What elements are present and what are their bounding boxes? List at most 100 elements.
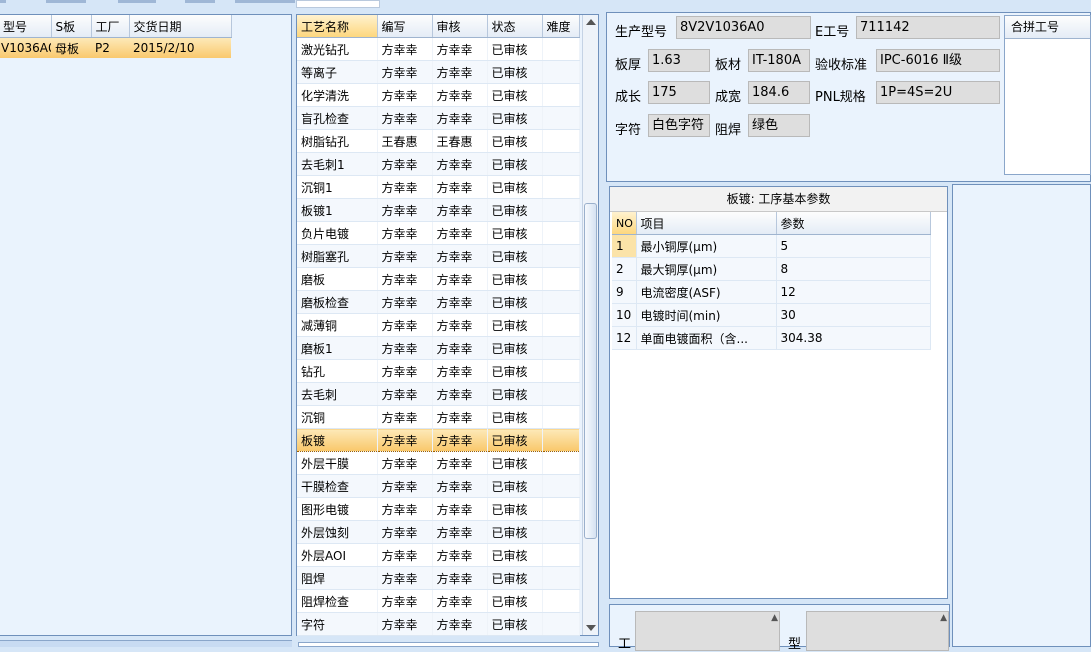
col-header-item[interactable]: 项目 [636, 212, 777, 235]
eno-field[interactable]: 711142 [856, 16, 1000, 39]
col-header-difficulty[interactable]: 难度 [542, 15, 580, 38]
cell-author: 方幸幸 [377, 244, 433, 268]
process-row[interactable]: 去毛刺 方幸幸 方幸幸 已审核 [297, 382, 580, 406]
scroll-up-icon[interactable]: ▲ [771, 613, 778, 623]
col-header-board[interactable]: S板 [51, 15, 92, 38]
cell-status: 已审核 [487, 290, 543, 314]
bottom-panel: 工 ▲ 型 ▲ [609, 604, 950, 652]
solder-mask-field[interactable]: 绿色 [748, 114, 810, 137]
process-row[interactable]: 外层蚀刻 方幸幸 方幸幸 已审核 [297, 520, 580, 544]
thickness-field[interactable]: 1.63 [648, 49, 710, 72]
cell-reviewer: 方幸幸 [432, 336, 488, 360]
process-row[interactable]: 负片电镀 方幸幸 方幸幸 已审核 [297, 221, 580, 245]
col-header-process-name[interactable]: 工艺名称 [297, 15, 378, 38]
process-row[interactable]: 盲孔检查 方幸幸 方幸幸 已审核 [297, 106, 580, 130]
process-row[interactable]: 树脂塞孔 方幸幸 方幸幸 已审核 [297, 244, 580, 268]
process-row[interactable]: 去毛刺1 方幸幸 方幸幸 已审核 [297, 152, 580, 176]
process-row[interactable]: 磨板1 方幸幸 方幸幸 已审核 [297, 336, 580, 360]
standard-field[interactable]: IPC-6016 Ⅱ级 [876, 49, 1000, 72]
length-field[interactable]: 175 [648, 81, 710, 104]
col-header-author[interactable]: 编写 [377, 15, 433, 38]
col-header-model[interactable]: 型号 [0, 15, 52, 38]
pnl-field[interactable]: 1P=4S=2U [876, 81, 1000, 104]
process-row[interactable]: 沉铜 方幸幸 方幸幸 已审核 [297, 405, 580, 429]
cell-author: 方幸幸 [377, 267, 433, 291]
process-row[interactable]: 钻孔 方幸幸 方幸幸 已审核 [297, 359, 580, 383]
cell-status: 已审核 [487, 589, 543, 613]
cell-no: 9 [612, 280, 637, 304]
cell-status: 已审核 [487, 359, 543, 383]
cell-author: 方幸幸 [377, 60, 433, 84]
character-field[interactable]: 白色字符 [648, 114, 710, 137]
col-header-no[interactable]: NO [612, 212, 637, 235]
col-header-reviewer[interactable]: 审核 [432, 15, 488, 38]
cell-process-name: 激光钻孔 [297, 37, 378, 61]
material-label: 板材 [715, 58, 742, 73]
cell-status: 已审核 [487, 198, 543, 222]
cell-status: 已审核 [487, 336, 543, 360]
process-row[interactable]: 字符 方幸幸 方幸幸 已审核 [297, 612, 580, 636]
process-row[interactable]: 激光钻孔 方幸幸 方幸幸 已审核 [297, 37, 580, 61]
toolbar-field[interactable] [296, 0, 380, 8]
col-header-param[interactable]: 参数 [776, 212, 931, 235]
bottom-label-1: 工 [618, 637, 632, 652]
pnl-label: PNL规格 [815, 90, 866, 105]
process-row[interactable]: 磨板 方幸幸 方幸幸 已审核 [297, 267, 580, 291]
order-row[interactable]: V1036A0 母板 P2 2015/2/10 [0, 37, 231, 58]
cell-difficulty [542, 382, 580, 406]
cell-author: 方幸幸 [377, 313, 433, 337]
param-row[interactable]: 2 最大铜厚(μm) 8 [612, 257, 931, 281]
order-list-panel: 型号 S板 工厂 交货日期 V1036A0 母板 P2 2015/2/10 [0, 14, 292, 636]
process-row[interactable]: 外层AOI 方幸幸 方幸幸 已审核 [297, 543, 580, 567]
bottom-textarea-1[interactable]: ▲ [635, 611, 780, 651]
cell-reviewer: 方幸幸 [432, 175, 488, 199]
cell-value: 304.38 [776, 326, 931, 350]
toolbar-mark [45, 0, 86, 3]
param-row[interactable]: 10 电镀时间(min) 30 [612, 303, 931, 327]
cell-author: 方幸幸 [377, 474, 433, 498]
cell-status: 已审核 [487, 543, 543, 567]
thickness-label: 板厚 [615, 58, 642, 73]
param-row[interactable]: 9 电流密度(ASF) 12 [612, 280, 931, 304]
cell-reviewer: 方幸幸 [432, 152, 488, 176]
col-header-delivery[interactable]: 交货日期 [129, 15, 232, 38]
param-row[interactable]: 12 单面电镀面积（含... 304.38 [612, 326, 931, 350]
cell-reviewer: 方幸幸 [432, 543, 488, 567]
cell-author: 方幸幸 [377, 589, 433, 613]
process-row[interactable]: 干膜检查 方幸幸 方幸幸 已审核 [297, 474, 580, 498]
material-field[interactable]: IT-180A [748, 49, 810, 72]
process-row[interactable]: 图形电镀 方幸幸 方幸幸 已审核 [297, 497, 580, 521]
model-field[interactable]: 8V2V1036A0 [676, 16, 811, 39]
toolbar-mark [235, 0, 296, 3]
cell-process-name: 去毛刺 [297, 382, 378, 406]
scroll-up-icon[interactable]: ▲ [940, 613, 947, 623]
merge-header[interactable]: 合拼工号 [1005, 16, 1090, 39]
process-row[interactable]: 阻焊检查 方幸幸 方幸幸 已审核 [297, 589, 580, 613]
bottom-textarea-2[interactable]: ▲ [806, 611, 949, 651]
params-grid-body: 1 最小铜厚(μm) 5 2 最大铜厚(μm) 8 9 电流密度(ASF) 12 10 电镀时间(m… [612, 234, 931, 350]
cell-reviewer: 方幸幸 [432, 221, 488, 245]
process-scrollbar[interactable] [582, 15, 598, 635]
process-row[interactable]: 树脂钻孔 王春惠 王春惠 已审核 [297, 129, 580, 153]
col-header-status[interactable]: 状态 [487, 15, 543, 38]
width-field[interactable]: 184.6 [748, 81, 810, 104]
param-row[interactable]: 1 最小铜厚(μm) 5 [612, 234, 931, 258]
scroll-up-icon[interactable] [586, 19, 596, 25]
scroll-thumb[interactable] [584, 203, 597, 539]
process-row[interactable]: 沉铜1 方幸幸 方幸幸 已审核 [297, 175, 580, 199]
cell-process-name: 外层蚀刻 [297, 520, 378, 544]
process-row[interactable]: 阻焊 方幸幸 方幸幸 已审核 [297, 566, 580, 590]
process-row[interactable]: 板镀1 方幸幸 方幸幸 已审核 [297, 198, 580, 222]
process-row[interactable]: 板镀 方幸幸 方幸幸 已审核 [297, 428, 580, 452]
process-row[interactable]: 等离子 方幸幸 方幸幸 已审核 [297, 60, 580, 84]
process-row[interactable]: 化学清洗 方幸幸 方幸幸 已审核 [297, 83, 580, 107]
scroll-down-icon[interactable] [586, 625, 596, 631]
process-row[interactable]: 外层干膜 方幸幸 方幸幸 已审核 [297, 451, 580, 475]
process-row[interactable]: 磨板检查 方幸幸 方幸幸 已审核 [297, 290, 580, 314]
process-row[interactable]: 减薄铜 方幸幸 方幸幸 已审核 [297, 313, 580, 337]
cell-process-name: 等离子 [297, 60, 378, 84]
cell-status: 已审核 [487, 313, 543, 337]
col-header-factory[interactable]: 工厂 [91, 15, 130, 38]
cell-author: 方幸幸 [377, 543, 433, 567]
cell-reviewer: 方幸幸 [432, 428, 488, 452]
